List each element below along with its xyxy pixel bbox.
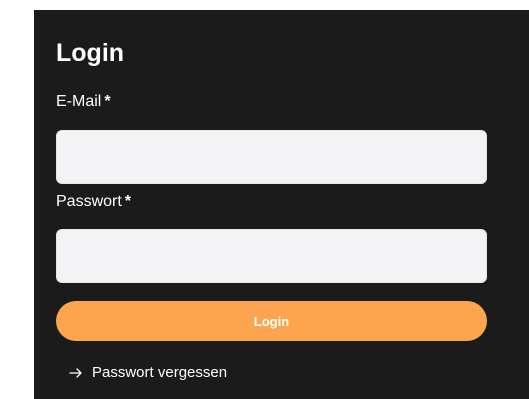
password-label-text: Passwort — [56, 193, 122, 210]
password-label: Passwort * — [56, 192, 131, 212]
page-title: Login — [56, 39, 125, 67]
required-asterisk: * — [104, 93, 111, 110]
email-field[interactable] — [56, 130, 487, 184]
password-field[interactable] — [56, 229, 487, 283]
email-label-text: E-Mail — [56, 93, 102, 110]
login-panel: Login E-Mail * Passwort * Login Passwort v… — [34, 10, 529, 399]
forgot-password-link[interactable]: Passwort vergessen — [69, 363, 227, 383]
required-asterisk: * — [124, 193, 132, 210]
arrow-right-icon — [69, 366, 83, 380]
login-button[interactable]: Login — [56, 301, 487, 341]
email-label: E-Mail * — [56, 92, 111, 112]
forgot-password-label: Passwort vergessen — [92, 364, 228, 381]
